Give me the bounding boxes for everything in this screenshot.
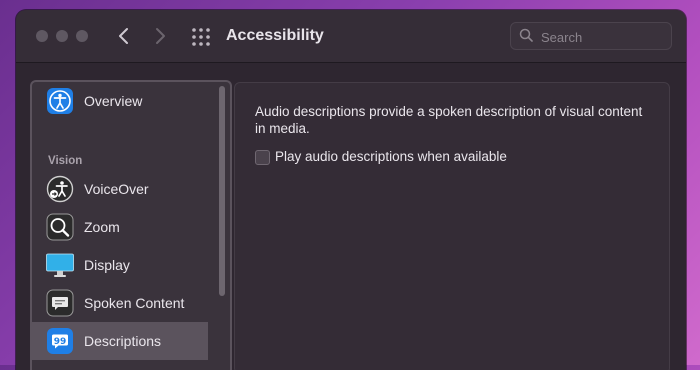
svg-text:99: 99 <box>54 337 67 347</box>
spoken-content-icon <box>46 289 74 317</box>
play-audio-descriptions-checkbox[interactable] <box>255 150 270 165</box>
forward-button[interactable] <box>148 24 172 48</box>
sidebar-item-voiceover[interactable]: VoiceOver <box>32 170 208 208</box>
sidebar-item-display[interactable]: Display <box>32 246 208 284</box>
sidebar-item-zoom[interactable]: Zoom <box>32 208 208 246</box>
descriptions-panel: Audio descriptions provide a spoken desc… <box>234 82 670 370</box>
sidebar-item-label: Descriptions <box>84 333 162 349</box>
sidebar-section-vision: Vision <box>48 155 83 167</box>
sidebar-item-overview[interactable]: Overview <box>32 82 208 120</box>
close-window-button[interactable] <box>36 30 48 42</box>
chevron-left-icon <box>119 28 128 44</box>
grid-icon <box>192 28 210 46</box>
descriptions-icon: 99 <box>46 327 74 355</box>
sidebar-item-label: Spoken Content <box>84 295 185 311</box>
chevron-right-icon <box>156 28 165 44</box>
back-button[interactable] <box>112 24 136 48</box>
title-bar: Accessibility <box>16 10 686 63</box>
sidebar: Overview Vision VoiceOver Zoom Display S… <box>30 80 232 370</box>
checkbox-label[interactable]: Play audio descriptions when available <box>275 149 507 165</box>
zoom-window-button[interactable] <box>76 30 88 42</box>
voiceover-icon <box>46 175 74 203</box>
zoom-icon <box>46 213 74 241</box>
system-preferences-window: Accessibility Overview Vision <box>16 10 686 370</box>
sidebar-item-label: Zoom <box>84 219 120 235</box>
sidebar-item-label: Overview <box>84 93 143 109</box>
display-icon <box>46 251 74 279</box>
search-field[interactable] <box>510 22 672 50</box>
accessibility-icon <box>46 87 74 115</box>
window-title: Accessibility <box>226 27 324 44</box>
sidebar-item-spoken-content[interactable]: Spoken Content <box>32 284 208 322</box>
sidebar-item-label: VoiceOver <box>84 181 149 197</box>
sidebar-scrollbar[interactable] <box>219 86 225 296</box>
sidebar-item-descriptions[interactable]: 99 Descriptions <box>32 322 208 360</box>
show-all-button[interactable] <box>190 26 212 48</box>
minimize-window-button[interactable] <box>56 30 68 42</box>
panel-description: Audio descriptions provide a spoken desc… <box>255 104 643 136</box>
sidebar-item-label: Display <box>84 257 130 273</box>
search-icon <box>519 28 533 42</box>
search-input[interactable] <box>539 26 668 48</box>
